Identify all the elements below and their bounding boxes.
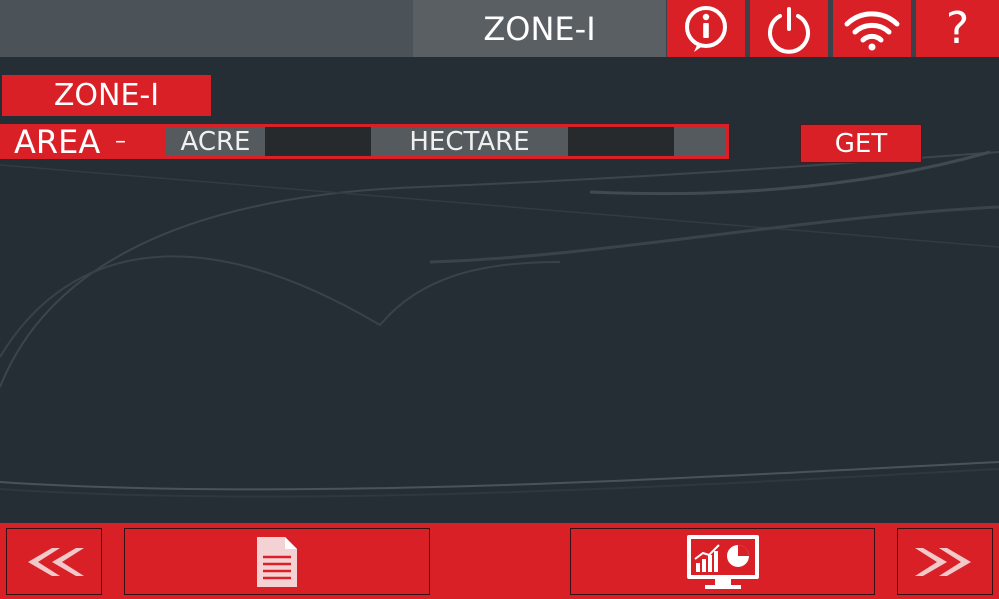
get-button[interactable]: GET (800, 124, 922, 163)
acre-label: ACRE (180, 126, 251, 157)
page-title: ZONE-I (413, 0, 666, 57)
info-button[interactable] (667, 0, 745, 57)
report-button[interactable] (124, 528, 430, 595)
acre-value-field (265, 127, 371, 156)
previous-button[interactable] (6, 528, 102, 595)
wifi-icon (844, 10, 900, 50)
double-chevron-right-icon (915, 547, 971, 576)
hectare-label: HECTARE (409, 126, 530, 157)
help-icon: ? (945, 3, 970, 54)
top-bar-left-panel (0, 0, 413, 57)
document-icon (257, 536, 297, 587)
double-chevron-left-icon (28, 547, 84, 576)
power-icon (768, 6, 810, 54)
area-label: AREA (14, 122, 101, 161)
analytics-button[interactable] (570, 528, 875, 595)
help-button[interactable]: ? (916, 0, 999, 57)
area-dash: – (115, 129, 126, 154)
power-button[interactable] (750, 0, 828, 57)
wifi-button[interactable] (833, 0, 911, 57)
analytics-monitor-icon (686, 534, 759, 589)
hectare-value-field (568, 127, 674, 156)
next-button[interactable] (897, 528, 993, 595)
zone-label: ZONE-I (2, 75, 211, 116)
info-icon (685, 5, 727, 52)
